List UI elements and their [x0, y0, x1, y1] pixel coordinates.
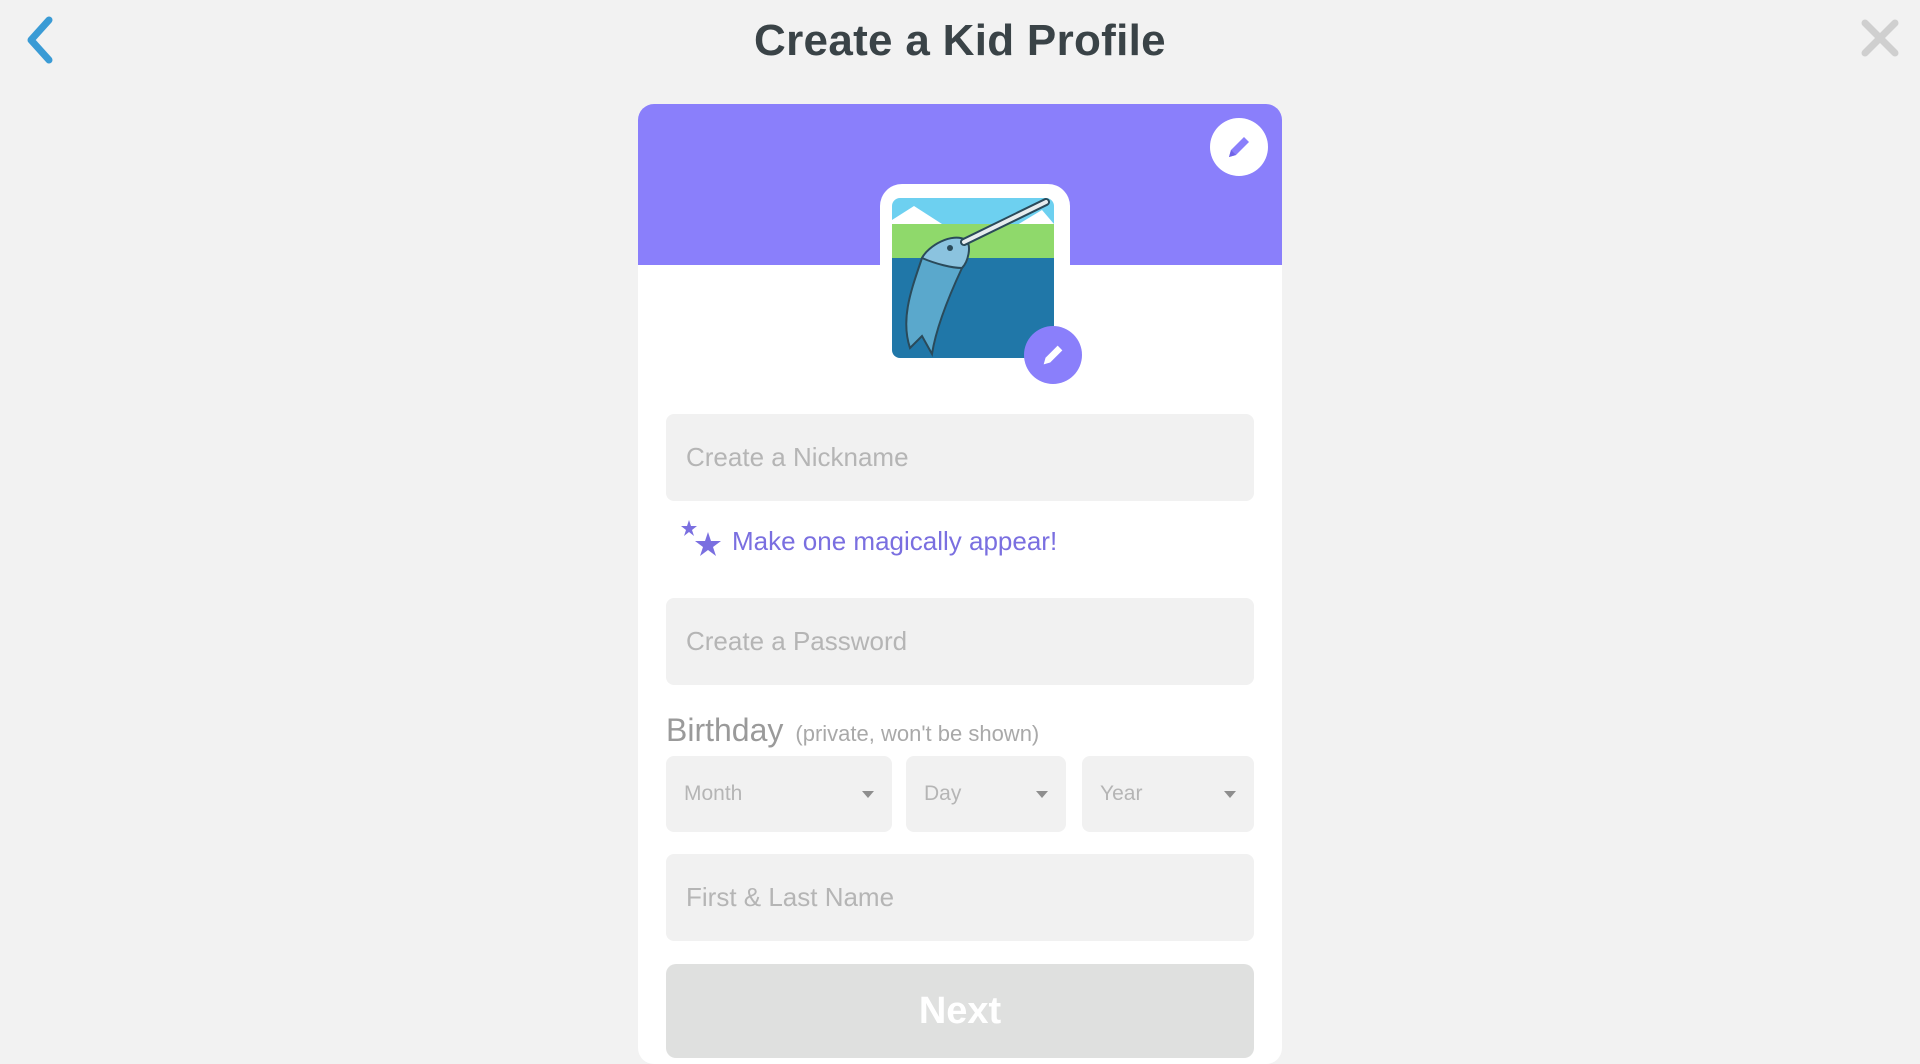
magic-link-label: Make one magically appear! [732, 525, 1058, 556]
caret-down-icon [1224, 790, 1236, 798]
day-select[interactable]: Day [906, 756, 1066, 832]
top-bar: Create a Kid Profile [0, 0, 1920, 90]
edit-banner-button[interactable] [1210, 118, 1268, 176]
year-select-label: Year [1100, 782, 1143, 805]
close-icon [1861, 19, 1899, 57]
narwhal-avatar [892, 198, 1054, 358]
month-select-label: Month [684, 782, 743, 805]
birthday-label: Birthday (private, won't be shown) [666, 712, 1039, 749]
stars-icon [681, 520, 721, 556]
password-input[interactable] [666, 598, 1254, 685]
birthday-note: (private, won't be shown) [795, 721, 1040, 746]
birthday-title: Birthday [666, 712, 784, 748]
pencil-icon [1043, 345, 1063, 365]
month-select[interactable]: Month [666, 756, 892, 832]
caret-down-icon [1036, 790, 1048, 798]
day-select-label: Day [924, 782, 962, 805]
page-title: Create a Kid Profile [754, 16, 1166, 65]
next-button[interactable]: Next [666, 964, 1254, 1058]
magic-nickname-link[interactable]: Make one magically appear! [680, 518, 1057, 564]
caret-down-icon [862, 790, 874, 798]
edit-avatar-button[interactable] [1024, 326, 1082, 384]
full-name-input[interactable] [666, 854, 1254, 941]
profile-card: Make one magically appear! Birthday (pri… [638, 104, 1282, 1064]
pencil-icon [1229, 137, 1249, 157]
year-select[interactable]: Year [1082, 756, 1254, 832]
nickname-input[interactable] [666, 414, 1254, 501]
close-button[interactable] [1858, 16, 1902, 60]
